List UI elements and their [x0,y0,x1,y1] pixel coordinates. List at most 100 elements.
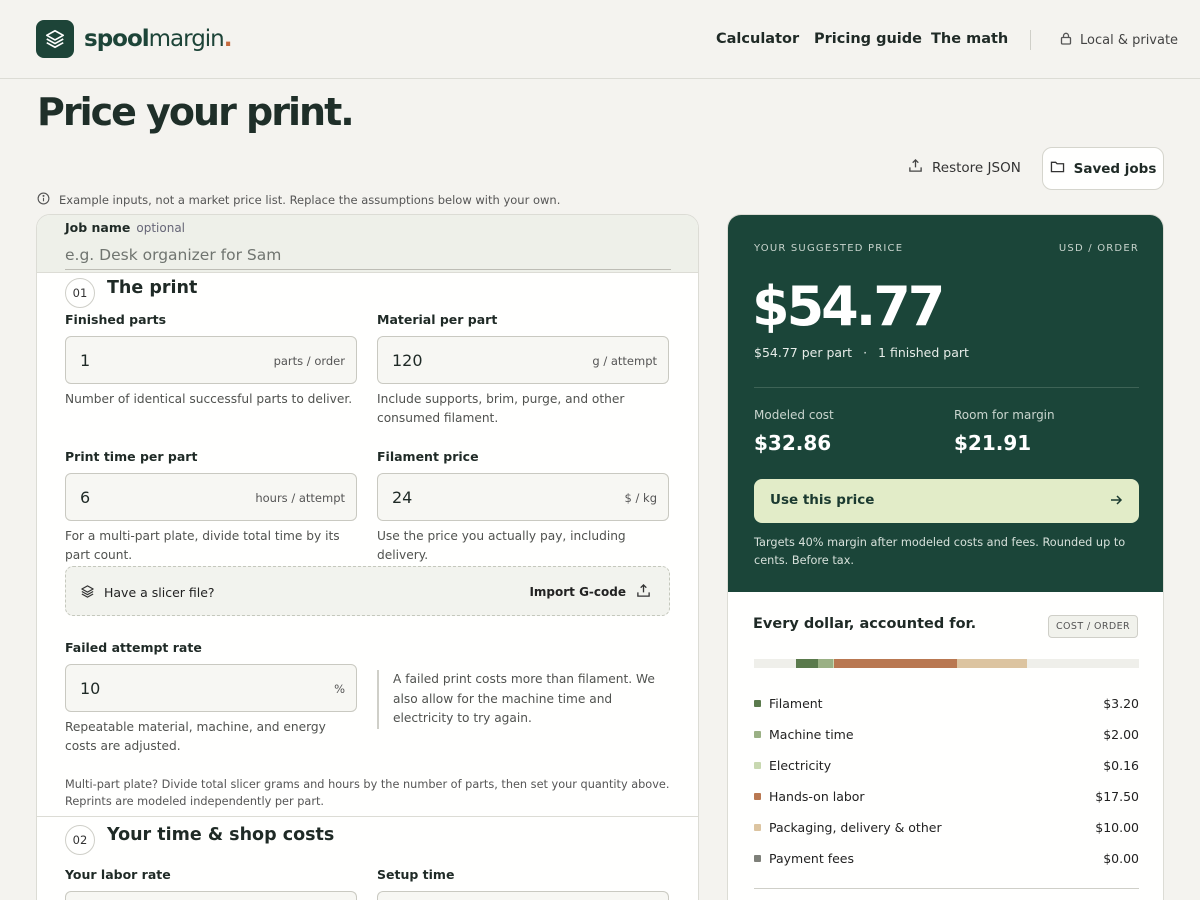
material-per-part-input[interactable]: 120 g / attempt [377,336,669,384]
price-per-part-line: $54.77 per part · 1 finished part [754,345,969,360]
brand-dot: . [223,26,233,52]
use-this-price-label: Use this price [770,492,875,508]
cost-swatch [754,700,761,707]
nav-calculator[interactable]: Calculator [716,31,799,47]
cost-row: Electricity $0.16 [754,756,1139,776]
logo-icon[interactable] [36,20,74,58]
disclaimer-text: Example inputs, not a market price list.… [59,193,561,207]
folder-icon [1050,160,1065,177]
cost-bar-lead [754,659,796,668]
multi-part-note: Multi-part plate? Divide total slicer gr… [65,778,670,808]
setup-time-input[interactable] [377,891,669,900]
summary-divider [754,387,1139,388]
section-divider [37,816,698,817]
filament-price-input[interactable]: 24 $ / kg [377,473,669,521]
material-per-part-label: Material per part [377,312,498,327]
targets-note: Targets 40% margin after modeled costs a… [754,536,1126,567]
cost-amount: $10.00 [1095,820,1139,835]
job-name-label-text: Job name [65,220,131,235]
privacy-indicator: Local & private [1060,32,1178,49]
job-name-optional: optional [136,221,186,235]
cost-swatch [754,731,761,738]
brand-name-light: margin [148,26,225,52]
price-summary-card: YOUR SUGGESTED PRICE USD / ORDER $54.77 … [727,214,1164,900]
currency-label: USD / ORDER [1058,243,1139,254]
modeled-cost-value: $32.86 [754,431,832,455]
cost-row: Filament $3.20 [754,694,1139,714]
breakdown-divider [754,888,1139,889]
saved-jobs-label: Saved jobs [1073,160,1157,177]
fail-rate-value: 10 [80,679,101,698]
print-time-input[interactable]: 6 hours / attempt [65,473,357,521]
cost-amount: $17.50 [1095,789,1139,804]
pricing-form: Job name optional 01 The print Finished p… [36,214,699,900]
suggested-price-panel: YOUR SUGGESTED PRICE USD / ORDER $54.77 … [728,215,1163,592]
material-per-part-help: Include supports, brim, purge, and other… [377,392,625,425]
print-time-label: Print time per part [65,449,198,464]
finished-parts-input[interactable]: 1 parts / order [65,336,357,384]
fail-rate-note: A failed print costs more than filament.… [377,670,657,729]
material-per-part-unit: g / attempt [592,354,657,368]
fail-rate-label: Failed attempt rate [65,640,202,655]
slicer-import-panel: Have a slicer file? Import G-code [65,566,670,616]
finished-parts-unit: parts / order [273,354,345,368]
import-gcode-button[interactable]: Import G-code [529,583,651,601]
slicer-prompt: Have a slicer file? [104,585,215,600]
breakdown-title: Every dollar, accounted for. [753,616,977,632]
cost-bar-segment [818,659,833,668]
price-per-part: $54.77 per part [754,345,853,360]
material-per-part-value: 120 [392,351,423,370]
cost-amount: $0.00 [1103,851,1139,866]
top-bar: spoolmargin. Calculator Pricing guide Th… [0,0,1200,79]
setup-time-label: Setup time [377,867,455,882]
job-name-input[interactable] [65,241,671,270]
layers-icon [80,584,95,603]
print-time-value: 6 [80,488,91,507]
cost-breakdown-bar [754,659,1139,668]
cost-name: Machine time [769,727,854,742]
page-title: Price your print. [37,90,355,134]
filament-price-help: Use the price you actually pay, includin… [377,529,626,562]
disclaimer: Example inputs, not a market price list.… [37,192,560,208]
modeled-cost-label: Modeled cost [754,408,834,422]
use-this-price-button[interactable]: Use this price [754,479,1139,523]
fail-rate-input[interactable]: 10 % [65,664,357,712]
restore-json-label: Restore JSON [932,159,1021,176]
cost-row: Hands-on labor $17.50 [754,787,1139,807]
cost-row: Payment fees $0.00 [754,849,1139,869]
cost-swatch [754,855,761,862]
info-icon [37,192,50,208]
cost-amount: $2.00 [1103,727,1139,742]
filament-price-value: 24 [392,488,413,507]
labor-rate-input[interactable] [65,891,357,900]
section-title-shop-costs: Your time & shop costs [107,825,335,845]
step-number-02: 02 [65,825,95,855]
nav-the-math[interactable]: The math [931,31,1008,47]
cost-amount: $3.20 [1103,696,1139,711]
margin-value: $21.91 [954,431,1032,455]
cost-name: Hands-on labor [769,789,865,804]
privacy-label: Local & private [1080,33,1179,48]
cost-swatch [754,793,761,800]
cost-bar-segment [796,659,819,668]
suggested-price-label: YOUR SUGGESTED PRICE [754,243,904,254]
cost-amount: $0.16 [1103,758,1139,773]
cost-bar-segment [956,659,1027,668]
cost-name: Filament [769,696,823,711]
brand-name[interactable]: spoolmargin. [84,26,232,52]
job-name-label: Job name optional [65,220,185,235]
finished-parts-value: 1 [80,351,91,370]
lock-icon [1060,32,1072,49]
cost-name: Electricity [769,758,832,773]
print-time-unit: hours / attempt [255,491,345,505]
upload-icon [636,583,651,601]
nav-pricing-guide[interactable]: Pricing guide [814,31,922,47]
cost-per-order-badge: COST / ORDER [1048,615,1138,638]
step-number-01: 01 [65,278,95,308]
cost-row: Machine time $2.00 [754,725,1139,745]
saved-jobs-button[interactable]: Saved jobs [1042,147,1164,190]
cost-swatch [754,824,761,831]
print-time-help: For a multi-part plate, divide total tim… [65,529,340,562]
restore-json-button[interactable]: Restore JSON [908,158,1021,177]
arrow-right-icon [1109,493,1123,511]
